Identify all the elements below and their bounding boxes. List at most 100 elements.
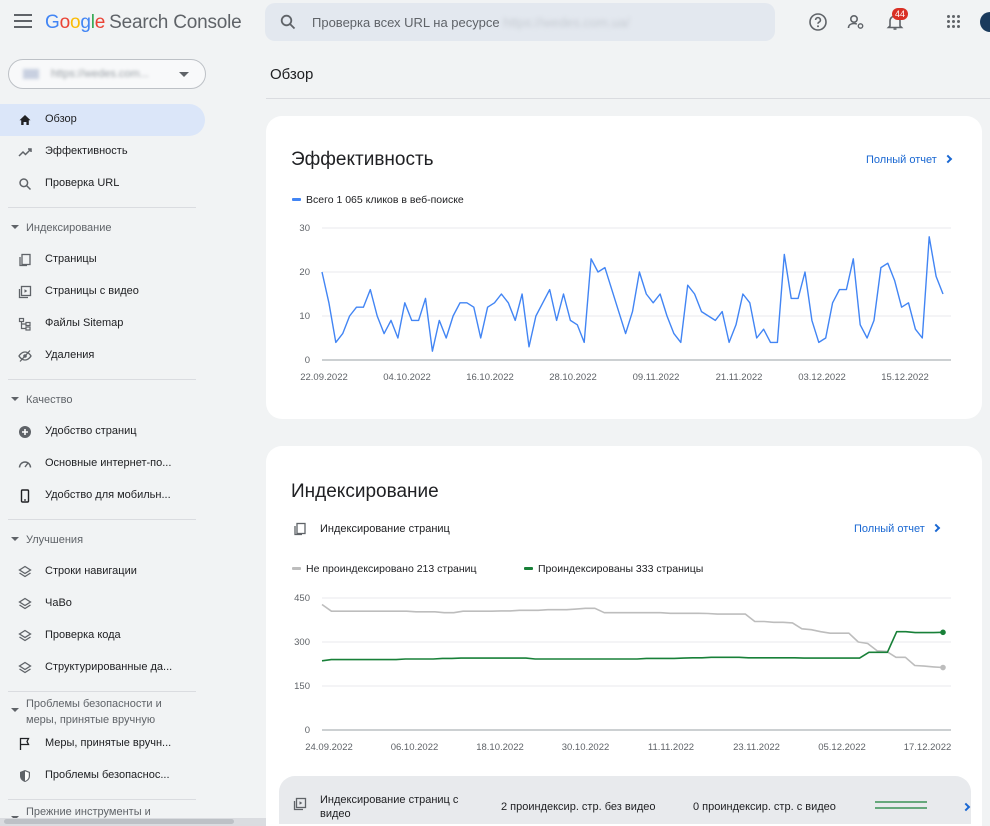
series-line (321, 630, 944, 662)
sidebar-item-video-pages[interactable]: Страницы с видео (0, 276, 205, 308)
video-pages-icon (293, 797, 307, 811)
indexing-card: Индексирование Индексирование страниц По… (266, 446, 982, 826)
x-tick-label: 16.10.2022 (466, 372, 514, 383)
menu-icon[interactable] (14, 14, 32, 28)
chevron-right-icon (931, 523, 941, 533)
top-bar: Google Search Console Проверка всех URL н… (0, 0, 990, 44)
without-video-count: 2 проиндексир. стр. без видео (501, 801, 656, 813)
layers-icon (18, 565, 32, 578)
sidebar-item-performance[interactable]: Эффективность (0, 136, 205, 168)
indexing-full-report-link[interactable]: Полный отчет (854, 523, 941, 535)
video-indexing-row[interactable]: Индексирование страниц с видео 2 проинде… (279, 776, 971, 824)
x-tick-label: 04.10.2022 (383, 372, 431, 383)
chevron-right-icon (961, 802, 971, 812)
y-tick-label: 150 (294, 681, 310, 692)
sidebar-item-sitemaps[interactable]: Файлы Sitemap (0, 308, 205, 340)
section-security[interactable]: Проблемы безопасности и меры, принятые в… (0, 696, 200, 728)
sidebar-item-label: Удобство страниц (45, 425, 137, 437)
sidebar-item-security-issues[interactable]: Проблемы безопаснос... (0, 760, 205, 792)
shield-icon (20, 770, 30, 782)
sidebar-item-page-experience[interactable]: Удобство страниц (0, 416, 205, 448)
y-tick-label: 300 (294, 637, 310, 648)
sidebar-item-label: Удобство для мобильн... (45, 489, 171, 501)
removals-icon (18, 350, 32, 362)
sitemap-icon (18, 317, 31, 331)
account-settings-icon[interactable] (846, 12, 866, 32)
sidebar-item-faq[interactable]: ЧаВо (0, 588, 205, 620)
sidebar-item-label: Структурированные да... (45, 661, 173, 673)
help-icon[interactable] (808, 12, 828, 32)
legend-swatch (292, 197, 301, 201)
sidebar-item-overview[interactable]: Обзор (0, 104, 205, 136)
search-domain: https://wedes.com.ua/ (503, 15, 630, 30)
x-tick-label: 21.11.2022 (716, 372, 763, 383)
chevron-right-icon (943, 154, 953, 164)
video-indexing-label: Индексирование страниц с видео (320, 794, 459, 820)
sidebar-item-label: ЧаВо (45, 597, 72, 609)
divider (266, 98, 990, 99)
performance-full-report-link[interactable]: Полный отчет (866, 154, 953, 166)
avatar[interactable] (980, 12, 990, 32)
y-tick-label: 450 (294, 593, 310, 604)
sidebar-item-label: Эффективность (45, 145, 128, 157)
x-tick-label: 17.12.2022 (904, 742, 952, 753)
sidebar-item-label: Строки навигации (45, 565, 137, 577)
x-tick-label: 18.10.2022 (476, 742, 524, 753)
sidebar-item-core-web-vitals[interactable]: Основные интернет-по... (0, 448, 205, 480)
performance-title: Эффективность (291, 149, 434, 170)
sidebar-scrollbar[interactable] (0, 818, 266, 826)
sidebar: https://wedes.com... Обзор Эффективность… (0, 44, 210, 826)
gauge-icon (18, 461, 32, 468)
sidebar-item-url-inspection[interactable]: Проверка URL (0, 168, 205, 200)
series-line (321, 236, 944, 352)
sidebar-item-label: Проверка URL (45, 177, 120, 189)
collapse-icon (11, 397, 19, 401)
collapse-icon (11, 537, 19, 541)
layers-icon (18, 629, 32, 642)
page-title: Обзор (270, 66, 314, 83)
y-tick-label: 0 (305, 725, 310, 736)
collapse-icon (11, 225, 19, 229)
clicks-chart: 0 10 20 30 22.09.2022 04.10.2022 16.10.2022 28.… (299, 223, 951, 383)
sidebar-item-label: Проблемы безопаснос... (45, 769, 170, 781)
sidebar-item-mobile-usability[interactable]: Удобство для мобильн... (0, 480, 205, 512)
x-tick-label: 03.12.2022 (798, 372, 846, 383)
pages-icon (294, 522, 306, 536)
main-content: Обзор Эффективность Полный отчет Всего 1… (266, 44, 990, 826)
home-icon (19, 115, 31, 125)
sidebar-item-structured-data[interactable]: Структурированные да... (0, 652, 205, 684)
indexing-title: Индексирование (291, 481, 439, 502)
indexed-legend[interactable]: Проиндексированы 333 страницы (524, 563, 703, 575)
google-search-console-logo[interactable]: Google Search Console (45, 12, 242, 34)
series-end-point (940, 629, 946, 636)
chevron-down-icon (179, 72, 189, 77)
property-selector[interactable]: https://wedes.com... (8, 59, 206, 89)
url-inspection-search[interactable]: Проверка всех URL на ресурсе https://wed… (265, 3, 775, 41)
product-name: Search Console (109, 12, 242, 33)
x-tick-label: 23.11.2022 (733, 742, 780, 753)
sidebar-item-pages[interactable]: Страницы (0, 244, 205, 276)
x-tick-label: 22.09.2022 (300, 372, 348, 383)
sidebar-item-label: Меры, принятые вручн... (45, 737, 172, 749)
page-indexing-label: Индексирование страниц (320, 523, 450, 535)
search-icon (19, 178, 32, 191)
apps-grid-icon[interactable] (947, 15, 961, 29)
property-url: https://wedes.com... (51, 68, 149, 80)
x-tick-label: 06.10.2022 (391, 742, 439, 753)
plus-circle-icon (19, 426, 31, 438)
sidebar-item-code-check[interactable]: Проверка кода (0, 620, 205, 652)
y-tick-label: 0 (305, 355, 310, 366)
trending-up-icon (18, 148, 32, 157)
divider (8, 691, 196, 692)
not-indexed-legend[interactable]: Не проиндексировано 213 страниц (292, 563, 477, 575)
sidebar-item-breadcrumbs[interactable]: Строки навигации (0, 556, 205, 588)
sidebar-item-manual-actions[interactable]: Меры, принятые вручн... (0, 728, 205, 760)
flag-icon (19, 737, 30, 750)
clicks-legend: Всего 1 065 кликов в веб-поиске (292, 194, 464, 206)
y-tick-label: 20 (299, 267, 310, 278)
performance-card: Эффективность Полный отчет Всего 1 065 к… (266, 116, 982, 419)
x-tick-label: 11.11.2022 (648, 742, 694, 753)
pages-icon (19, 253, 31, 267)
sidebar-item-removals[interactable]: Удаления (0, 340, 205, 372)
sidebar-item-label: Страницы (45, 253, 97, 265)
